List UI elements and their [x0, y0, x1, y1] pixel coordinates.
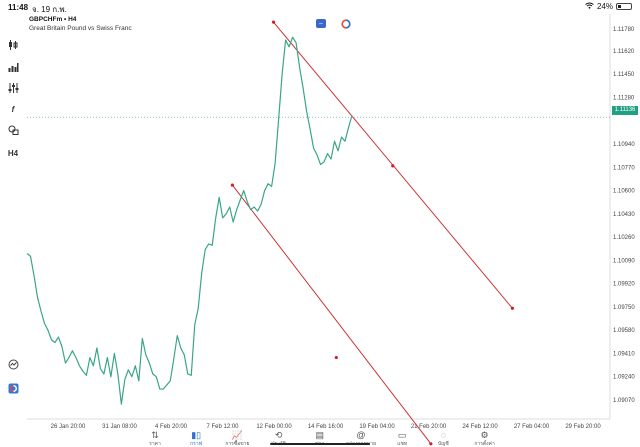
quotes-icon: ⇅ [151, 430, 159, 440]
trendline-anchor[interactable] [510, 306, 514, 310]
trendline-anchor[interactable] [334, 355, 338, 360]
price-tick-label: 1.10430 [613, 212, 635, 218]
account-icon: ◌ [440, 430, 447, 440]
trendline[interactable] [232, 184, 432, 445]
mailbox-icon: @ [356, 430, 366, 440]
home-indicator [270, 443, 370, 445]
nav-item-account[interactable]: ◌ บัญชี [421, 430, 465, 447]
price-tick-label: 1.09410 [613, 351, 635, 357]
price-line [26, 36, 353, 405]
price-tick-label: 1.10940 [613, 142, 635, 148]
nav-label: ราคา [149, 441, 161, 447]
nav-label: การตั้งค่า [474, 441, 495, 447]
nav-item-trade[interactable]: 📈 การซื้อขาย [215, 430, 259, 447]
drawn-trendlines[interactable] [230, 20, 514, 446]
price-axis: 1.11780 1.11620 1.11450 1.11280 1.10940 1.107… [613, 27, 635, 404]
price-tick-label: 1.10260 [613, 235, 635, 241]
trendline-anchor[interactable] [391, 164, 395, 168]
current-price-tag: 1.11136 [612, 106, 638, 115]
nav-item-chat[interactable]: ▭ แชท [380, 430, 424, 447]
nav-label: กราฟ [190, 441, 203, 447]
price-chart[interactable]: 1.11780 1.11620 1.11450 1.11280 1.10940 1.107… [0, 0, 640, 447]
price-tick-label: 1.11620 [613, 49, 635, 55]
price-tick-label: 1.10770 [613, 165, 635, 171]
price-tick-label: 1.09750 [613, 305, 635, 311]
price-tick-label: 1.09070 [613, 398, 635, 404]
nav-item-settings[interactable]: ⚙ การตั้งค่า [463, 430, 507, 447]
price-tick-label: 1.09580 [613, 328, 635, 334]
news-icon: ▤ [315, 430, 325, 440]
nav-item-chart[interactable]: ▮▯ กราฟ [174, 430, 218, 447]
price-tick-label: 1.10090 [613, 258, 635, 264]
price-tick-label: 1.10600 [613, 189, 635, 195]
price-tick-label: 1.09240 [613, 375, 635, 381]
price-tick-label: 1.09920 [613, 282, 635, 288]
settings-icon: ⚙ [480, 430, 489, 440]
price-tick-label: 1.11780 [613, 27, 635, 33]
nav-label: แชท [397, 441, 408, 447]
nav-item-quotes[interactable]: ⇅ ราคา [133, 430, 177, 447]
trendline-anchor[interactable] [271, 20, 276, 24]
nav-label: บัญชี [437, 441, 449, 447]
price-series [26, 36, 353, 405]
history-icon: ⟲ [274, 430, 283, 440]
chart-icon: ▮▯ [191, 430, 202, 440]
price-tick-label: 1.11450 [613, 72, 635, 78]
chat-icon: ▭ [397, 430, 407, 440]
trendline-anchor[interactable] [230, 183, 234, 187]
price-tick-label: 1.11280 [613, 95, 635, 101]
trade-icon: 📈 [231, 430, 243, 440]
nav-label: การซื้อขาย [225, 441, 250, 447]
